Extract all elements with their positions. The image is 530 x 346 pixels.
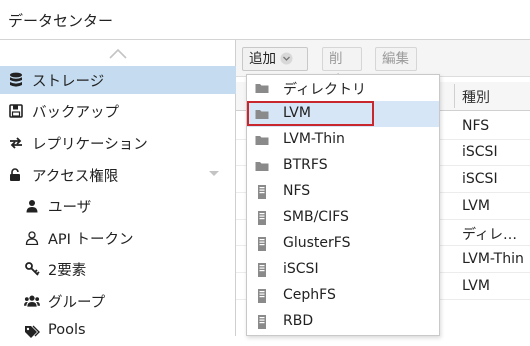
scroll-up-icon[interactable]: [108, 46, 128, 60]
user-icon: [24, 198, 40, 214]
tags-icon: [24, 324, 40, 340]
edit-button-label: 編集: [382, 51, 409, 67]
sidebar-item-label: ユーザ: [48, 200, 92, 216]
sidebar-item-two-factor[interactable]: 2要素: [0, 255, 236, 283]
menu-item-label: CephFS: [283, 287, 336, 303]
menu-item-label: LVM-Thin: [283, 131, 345, 147]
menu-item-label: RBD: [283, 313, 314, 329]
menu-item-lvm[interactable]: LVM: [247, 101, 439, 127]
type-cell: iSCSI: [462, 171, 498, 187]
sidebar: ストレージ バックアップ レプリケーション アクセス権限 ユーザ API トーク…: [0, 40, 236, 338]
add-button[interactable]: 追加: [242, 47, 308, 71]
replication-icon: [8, 135, 24, 151]
type-cell: ディレク...: [462, 227, 526, 243]
server-icon: [258, 263, 266, 277]
sidebar-item-users[interactable]: ユーザ: [0, 192, 236, 220]
folder-icon: [255, 84, 269, 93]
unlock-icon: [8, 167, 24, 183]
menu-item-label: LVM: [283, 105, 311, 121]
menu-item-label: BTRFS: [283, 157, 328, 173]
server-icon: [258, 315, 266, 329]
menu-item-smb-cifs[interactable]: SMB/CIFS: [247, 205, 439, 231]
edit-button[interactable]: 編集: [375, 47, 417, 71]
chevron-down-icon[interactable]: [208, 168, 220, 180]
remove-button[interactable]: 削除: [322, 47, 362, 89]
sidebar-item-label: グループ: [48, 295, 106, 311]
menu-item-iscsi[interactable]: iSCSI: [247, 257, 439, 283]
server-icon: [258, 211, 266, 225]
page-title: データセンター: [8, 12, 114, 30]
folder-icon: [255, 136, 269, 145]
server-icon: [258, 237, 266, 251]
sidebar-item-label: バックアップ: [32, 105, 119, 121]
menu-item-label: ディレクトリ: [283, 82, 367, 98]
menu-item-label: NFS: [283, 183, 311, 199]
sidebar-item-backup[interactable]: バックアップ: [0, 97, 236, 125]
sidebar-item-label: アクセス権限: [32, 169, 119, 185]
key-icon: [24, 261, 40, 277]
sidebar-item-api-tokens[interactable]: API トークン: [0, 224, 236, 252]
sidebar-item-groups[interactable]: グループ: [0, 287, 236, 315]
users-icon: [24, 293, 40, 309]
toolbar: 追加 削除 編集: [236, 40, 530, 89]
menu-item-glusterfs[interactable]: GlusterFS: [247, 231, 439, 257]
menu-item-label: GlusterFS: [283, 235, 351, 251]
type-cell: LVM: [462, 198, 490, 214]
menu-item-label: SMB/CIFS: [283, 209, 349, 225]
user-outline-icon: [24, 230, 40, 246]
add-button-label: 追加: [249, 51, 276, 67]
title-bar: データセンター: [0, 0, 530, 40]
column-separator: [454, 84, 455, 108]
server-icon: [258, 289, 266, 303]
sidebar-item-label: API トークン: [48, 232, 134, 248]
folder-icon: [255, 162, 269, 171]
menu-item-lvm-thin[interactable]: LVM-Thin: [247, 127, 439, 153]
server-icon: [258, 185, 266, 199]
sidebar-item-label: レプリケーション: [32, 137, 148, 153]
type-cell: LVM: [462, 278, 490, 294]
menu-item-directory[interactable]: ディレクトリ: [247, 75, 439, 101]
menu-item-label: iSCSI: [283, 261, 319, 277]
sidebar-item-label: 2要素: [48, 263, 87, 279]
column-type-header[interactable]: 種別: [462, 87, 490, 107]
folder-icon: [255, 110, 269, 119]
sidebar-item-label: ストレージ: [32, 74, 105, 90]
type-cell: NFS: [462, 118, 490, 134]
floppy-icon: [8, 103, 24, 119]
sidebar-item-storage[interactable]: ストレージ: [0, 66, 236, 94]
type-cell: LVM-Thin: [462, 251, 524, 267]
sidebar-item-pools[interactable]: Pools: [0, 318, 236, 346]
type-cell: iSCSI: [462, 144, 498, 160]
menu-item-rbd[interactable]: RBD: [247, 309, 439, 335]
database-icon: [8, 72, 24, 88]
sidebar-item-permissions[interactable]: アクセス権限: [0, 161, 236, 189]
chevron-down-icon: [280, 52, 293, 65]
menu-item-btrfs[interactable]: BTRFS: [247, 153, 439, 179]
sidebar-item-replication[interactable]: レプリケーション: [0, 129, 236, 157]
add-storage-menu: ディレクトリ LVM LVM-Thin BTRFS NFS SMB/CIFS G…: [246, 74, 440, 336]
menu-item-cephfs[interactable]: CephFS: [247, 283, 439, 309]
menu-item-nfs[interactable]: NFS: [247, 179, 439, 205]
